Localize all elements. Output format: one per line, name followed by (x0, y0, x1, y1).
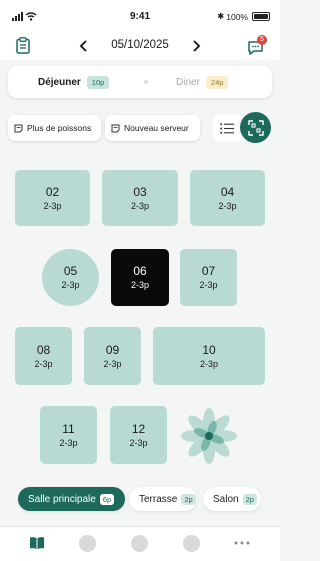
table-capacity: 2-3p (199, 358, 218, 369)
header: 05/10/2025 5 (0, 34, 280, 60)
table-number: 05 (63, 264, 78, 278)
table-capacity: 2-3p (199, 280, 218, 290)
scan-button[interactable] (240, 112, 271, 143)
bluetooth-icon: ✱ (217, 11, 225, 21)
table-09[interactable]: 09 2-3p (84, 327, 141, 385)
table-07[interactable]: 07 2-3p (180, 249, 237, 306)
table-number: 02 (45, 184, 60, 199)
table-capacity: 2-3p (61, 280, 80, 290)
table-06[interactable]: 06 2-3p (111, 249, 169, 306)
list-view-button[interactable] (213, 115, 241, 141)
service-label: Diner (176, 77, 200, 88)
note-icon (14, 124, 23, 132)
current-date[interactable]: 05/10/2025 (95, 39, 185, 51)
room-tab-salle-principale[interactable]: Salle principale 6p (18, 487, 125, 511)
room-tab-salon[interactable]: Salon 2p (203, 487, 261, 511)
table-number: 12 (131, 421, 146, 436)
table-capacity: 2-3p (218, 200, 237, 211)
battery-icon (252, 12, 270, 21)
filter-chip-serveur[interactable]: Nouveau serveur (105, 115, 200, 141)
qr-scan-icon (247, 119, 264, 136)
table-capacity: 2-3p (130, 200, 149, 211)
service-count-badge: 10p (86, 76, 110, 89)
filter-label: Plus de poissons (27, 123, 92, 133)
bottom-tab-bar (0, 526, 280, 561)
prev-date-button[interactable] (77, 38, 91, 54)
status-bar: 9:41 ✱ 100% (0, 0, 280, 34)
room-count-badge: 2p (181, 493, 196, 505)
service-separator (144, 80, 148, 84)
room-tab-terrasse[interactable]: Terrasse 2p (129, 487, 197, 511)
service-count-badge: 24p (205, 76, 229, 89)
book-icon[interactable] (29, 536, 45, 550)
tab-placeholder-1[interactable] (79, 535, 96, 552)
service-selector: Déjeuner 10p Diner 24p (8, 66, 272, 98)
lotus-icon (181, 408, 237, 464)
table-capacity: 2-3p (129, 437, 148, 448)
room-label: Terrasse (139, 493, 178, 505)
table-number: 11 (62, 421, 75, 436)
chat-button[interactable]: 5 (246, 35, 268, 58)
table-capacity: 2-3p (130, 280, 149, 290)
filter-label: Nouveau serveur (124, 123, 189, 133)
table-capacity: 2-3p (103, 358, 122, 369)
tab-placeholder-3[interactable] (183, 535, 200, 552)
clipboard-icon[interactable] (16, 37, 30, 54)
service-label: Déjeuner (38, 77, 81, 88)
table-08[interactable]: 08 2-3p (15, 327, 72, 385)
table-03[interactable]: 03 2-3p (102, 170, 178, 226)
table-11[interactable]: 11 2-3p (40, 406, 97, 464)
notification-badge: 5 (257, 35, 267, 45)
battery-percent: 100% (226, 11, 248, 22)
table-number: 09 (105, 342, 120, 357)
table-number: 04 (220, 184, 235, 199)
room-label: Salon (213, 493, 239, 505)
room-label: Salle principale (28, 493, 96, 505)
more-icon[interactable] (234, 541, 250, 545)
room-count-badge: 2p (242, 493, 257, 505)
table-04[interactable]: 04 2-3p (190, 170, 265, 226)
room-count-badge: 6p (99, 493, 115, 505)
table-capacity: 2-3p (43, 200, 62, 211)
table-05[interactable]: 05 2-3p (42, 249, 99, 306)
table-number: 06 (133, 264, 147, 278)
table-number: 08 (36, 342, 51, 357)
table-02[interactable]: 02 2-3p (15, 170, 90, 226)
note-icon (111, 124, 120, 132)
status-right: ✱ 100% (217, 11, 270, 22)
next-date-button[interactable] (189, 38, 203, 54)
table-number: 10 (202, 342, 216, 357)
table-number: 07 (201, 264, 216, 278)
tab-placeholder-2[interactable] (131, 535, 148, 552)
table-12[interactable]: 12 2-3p (110, 406, 167, 464)
list-icon (219, 122, 234, 134)
service-tab-dejeuner[interactable]: Déjeuner 10p (38, 76, 110, 89)
filter-chip-poissons[interactable]: Plus de poissons (8, 115, 101, 141)
table-number: 03 (133, 184, 147, 199)
table-capacity: 2-3p (34, 358, 53, 369)
service-tab-diner[interactable]: Diner 24p (176, 76, 229, 89)
table-10[interactable]: 10 2-3p (153, 327, 265, 385)
table-capacity: 2-3p (59, 437, 78, 448)
